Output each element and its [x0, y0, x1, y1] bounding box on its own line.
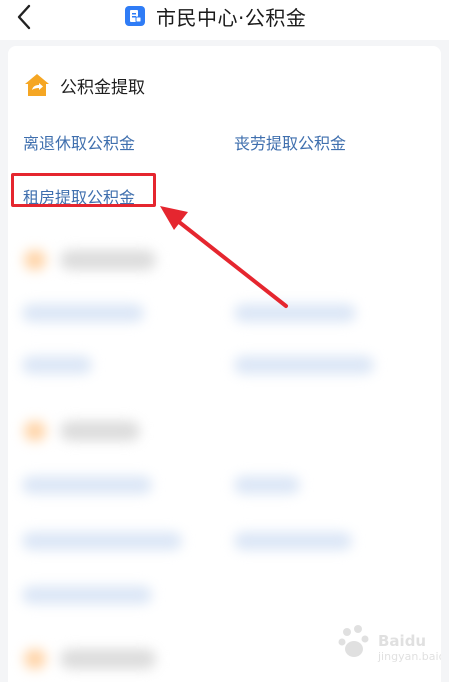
content-card: 公积金提取 离退休取公积金 丧劳提取公积金 租房提取公积金 Baidu jing… [8, 46, 441, 682]
blurred-content [8, 46, 441, 682]
watermark-brand: Baidu [378, 632, 427, 650]
watermark: Baidu jingyan.baidu.com [338, 624, 441, 672]
title-group: 市民中心·公积金 [124, 1, 306, 31]
chevron-left-icon[interactable] [10, 2, 40, 32]
document-app-icon [125, 6, 145, 26]
top-nav-bar: 市民中心·公积金 [0, 0, 449, 40]
paw-icon [338, 625, 369, 657]
watermark-url: jingyan.baidu.com [378, 650, 441, 663]
page-title: 市民中心·公积金 [156, 5, 307, 30]
